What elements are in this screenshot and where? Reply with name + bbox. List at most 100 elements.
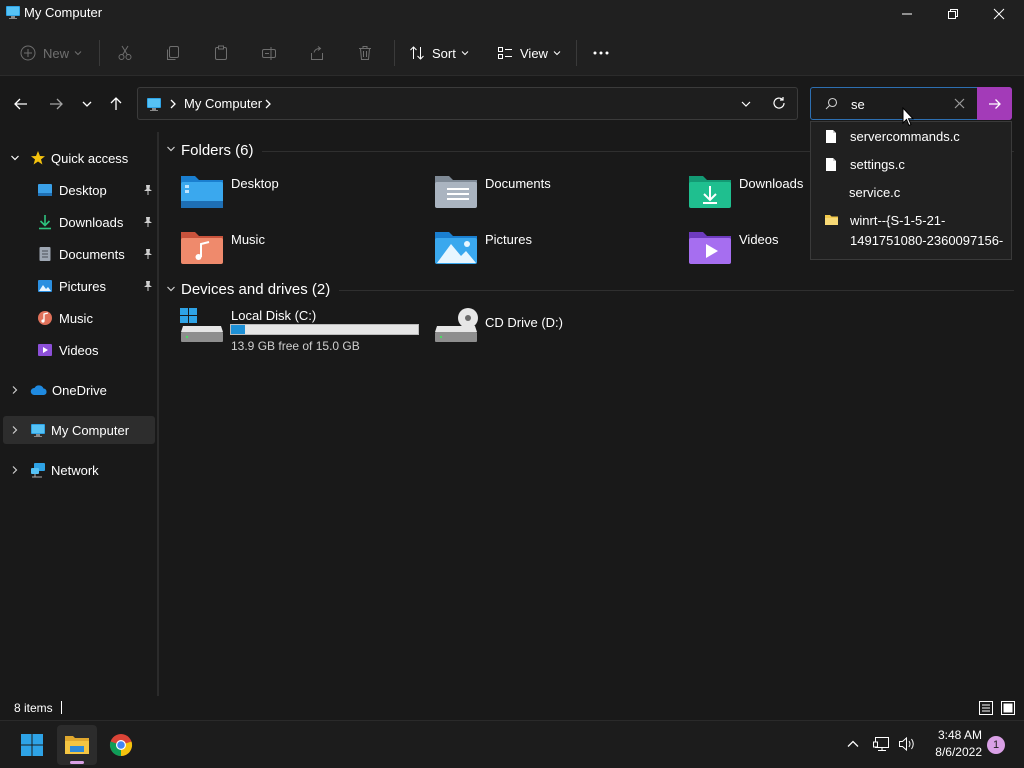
- sort-icon: [410, 46, 424, 60]
- minimize-button[interactable]: [884, 0, 930, 28]
- clear-search-button[interactable]: [954, 98, 965, 109]
- arrow-right-icon: [988, 98, 1001, 109]
- copy-icon: [167, 46, 179, 60]
- window-title: My Computer: [24, 5, 103, 20]
- folders-heading: Folders (6): [181, 142, 254, 159]
- sidebar-item-music[interactable]: Music: [3, 304, 155, 332]
- drive-label: CD Drive (D:): [485, 315, 563, 330]
- folder-label: Documents: [485, 176, 551, 191]
- chevron-down-icon: [82, 101, 92, 107]
- sidebar-item-my-computer[interactable]: My Computer: [3, 416, 155, 444]
- drive-usage-fill: [231, 325, 245, 334]
- sidebar-item-downloads[interactable]: Downloads: [3, 208, 155, 236]
- sidebar-item-pictures[interactable]: Pictures: [3, 272, 155, 300]
- tiles-view-button[interactable]: [1000, 700, 1016, 716]
- videos-icon: [38, 344, 52, 356]
- drive-tile-local-disk[interactable]: Local Disk (C:) 13.9 GB free of 15.0 GB: [179, 306, 421, 356]
- new-button[interactable]: New: [20, 40, 82, 66]
- forward-button[interactable]: [44, 92, 68, 116]
- delete-button[interactable]: [357, 40, 373, 66]
- drive-label: Local Disk (C:): [231, 308, 317, 323]
- folder-tile-music[interactable]: Music: [179, 224, 419, 272]
- restore-button[interactable]: [930, 0, 976, 28]
- search-go-button[interactable]: [977, 87, 1012, 120]
- sidebar-item-label: OneDrive: [52, 382, 107, 398]
- search-input[interactable]: [851, 95, 951, 113]
- sidebar-item-documents[interactable]: Documents: [3, 240, 155, 268]
- network-wired-icon: [873, 737, 889, 751]
- folder-tile-pictures[interactable]: Pictures: [433, 224, 673, 272]
- cd-drive-icon: [435, 308, 478, 342]
- sidebar-item-label: Documents: [59, 246, 125, 262]
- notification-badge[interactable]: 1: [987, 736, 1005, 754]
- chevron-down-icon: [461, 51, 469, 56]
- pin-icon: [144, 281, 152, 291]
- folder-tile-downloads[interactable]: Downloads: [687, 168, 817, 216]
- videos-folder-icon: [689, 232, 731, 264]
- sidebar-item-videos[interactable]: Videos: [3, 336, 155, 364]
- computer-icon: [31, 424, 45, 437]
- drive-tile-cd-drive[interactable]: CD Drive (D:): [433, 306, 633, 350]
- view-button[interactable]: View: [497, 40, 561, 66]
- folder-tile-videos[interactable]: Videos: [687, 224, 817, 272]
- pane-divider[interactable]: [157, 132, 159, 696]
- volume-button[interactable]: [898, 736, 916, 752]
- address-history-button[interactable]: [740, 98, 752, 110]
- refresh-button[interactable]: [772, 96, 786, 110]
- suggestion-item[interactable]: winrt--{S-1-5-21- 1491751080-2360097156-: [811, 207, 1011, 251]
- taskbar-chrome[interactable]: [101, 725, 141, 765]
- taskbar-file-explorer[interactable]: [57, 725, 97, 765]
- suggestion-item[interactable]: settings.c: [811, 151, 1011, 177]
- more-icon: [593, 51, 609, 55]
- sidebar-item-label: Downloads: [59, 214, 124, 230]
- copy-button[interactable]: [165, 40, 181, 66]
- toolbar-divider: [394, 40, 395, 66]
- sidebar-item-onedrive[interactable]: OneDrive: [3, 376, 155, 404]
- recent-locations-button[interactable]: [75, 92, 99, 116]
- cloud-icon: [30, 385, 47, 395]
- up-button[interactable]: [104, 92, 128, 116]
- clock[interactable]: 3:48 AM 8/6/2022: [924, 728, 982, 759]
- more-options-button[interactable]: [592, 40, 610, 66]
- pictures-folder-icon: [435, 232, 477, 264]
- network-status-button[interactable]: [873, 736, 891, 752]
- suggestion-item[interactable]: service.c: [811, 179, 1011, 205]
- view-icon: [498, 47, 512, 59]
- suggestion-label: winrt--{S-1-5-21-: [850, 213, 946, 228]
- folder-tile-desktop[interactable]: Desktop: [179, 168, 419, 216]
- tiles-view-icon: [1001, 701, 1015, 715]
- address-bar[interactable]: My Computer: [137, 87, 798, 120]
- sidebar-item-desktop[interactable]: Desktop: [3, 176, 155, 204]
- close-icon: [954, 98, 965, 109]
- breadcrumb-my-computer[interactable]: My Computer: [184, 96, 262, 111]
- sidebar-item-quick-access[interactable]: Quick access: [3, 144, 155, 172]
- close-button[interactable]: [976, 0, 1022, 28]
- drives-collapse-toggle[interactable]: [166, 284, 176, 294]
- sidebar-item-network[interactable]: Network: [3, 456, 155, 484]
- pin-icon: [144, 217, 152, 227]
- taskbar: 3:48 AM 8/6/2022 1: [0, 720, 1024, 768]
- sidebar-item-label: Music: [59, 310, 93, 326]
- computer-icon: [146, 96, 162, 112]
- details-view-button[interactable]: [978, 700, 994, 716]
- folders-collapse-toggle[interactable]: [166, 144, 176, 154]
- arrow-right-icon: [50, 98, 63, 110]
- plus-circle-icon: [20, 45, 36, 61]
- download-icon: [39, 215, 51, 230]
- sidebar-item-label: My Computer: [51, 422, 130, 438]
- breadcrumb-chevron-icon[interactable]: [264, 99, 272, 109]
- breadcrumb-chevron-icon[interactable]: [169, 99, 177, 109]
- paste-button[interactable]: [213, 40, 229, 66]
- search-icon: [825, 97, 838, 110]
- chrome-icon: [109, 734, 133, 757]
- share-button[interactable]: [309, 40, 325, 66]
- minimize-icon: [902, 13, 912, 15]
- cut-button[interactable]: [117, 40, 133, 66]
- sort-button[interactable]: Sort: [409, 40, 469, 66]
- suggestion-label: settings.c: [850, 156, 905, 172]
- start-button[interactable]: [12, 725, 52, 765]
- back-button[interactable]: [9, 92, 33, 116]
- rename-button[interactable]: [261, 40, 277, 66]
- folder-tile-documents[interactable]: Documents: [433, 168, 673, 216]
- show-hidden-icons-button[interactable]: [846, 737, 860, 751]
